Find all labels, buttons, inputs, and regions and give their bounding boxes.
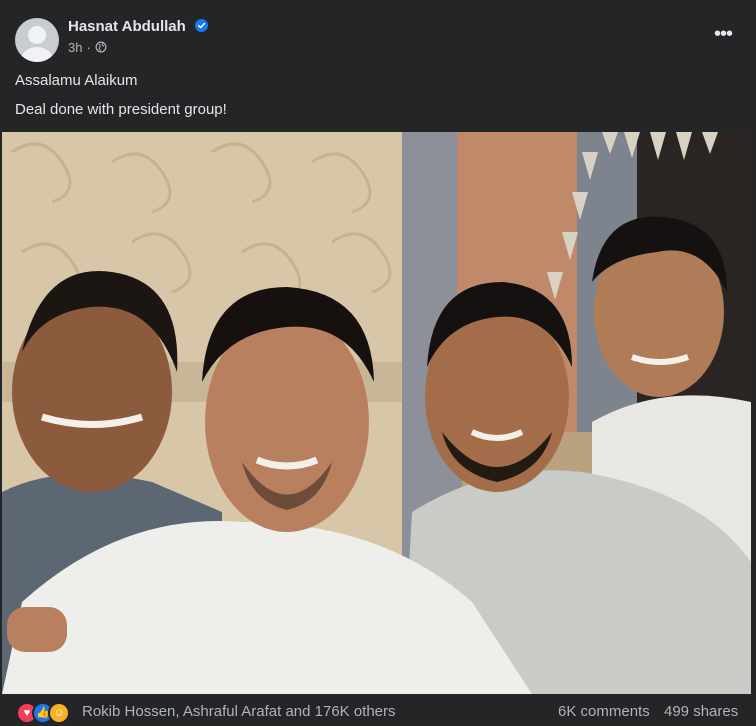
avatar-head-shape: [28, 26, 46, 44]
post-card: Hasnat Abdullah 3h · ••• Assalamu Alaikum…: [0, 0, 756, 726]
verified-badge-icon: [194, 19, 208, 32]
post-footer: ♥ 👍 ☺ Rokib Hossen, Ashraful Arafat and …: [0, 694, 756, 726]
care-reaction-icon: ☺: [48, 702, 70, 724]
group-selfie-photo[interactable]: [2, 132, 751, 694]
globe-icon[interactable]: [95, 41, 107, 53]
photo-illustration: [2, 132, 751, 694]
author-name[interactable]: Hasnat Abdullah: [68, 18, 186, 35]
post-timestamp[interactable]: 3h: [68, 40, 82, 55]
shares-count[interactable]: 499 shares: [664, 703, 738, 720]
meta-separator: ·: [86, 40, 91, 55]
post-text-line-2: Deal done with president group!: [15, 101, 227, 118]
post-meta: 3h ·: [68, 40, 107, 55]
reactors-summary[interactable]: Rokib Hossen, Ashraful Arafat and 176K o…: [82, 703, 396, 720]
post-text-line-1: Assalamu Alaikum: [15, 72, 138, 89]
author-name-row: Hasnat Abdullah: [68, 18, 208, 35]
more-options-icon[interactable]: •••: [712, 24, 734, 49]
author-avatar[interactable]: [15, 18, 59, 62]
avatar-body-shape: [21, 47, 53, 62]
person2-hand: [7, 607, 67, 652]
comments-count[interactable]: 6K comments: [558, 703, 650, 720]
post-header: Hasnat Abdullah 3h · •••: [0, 0, 756, 70]
